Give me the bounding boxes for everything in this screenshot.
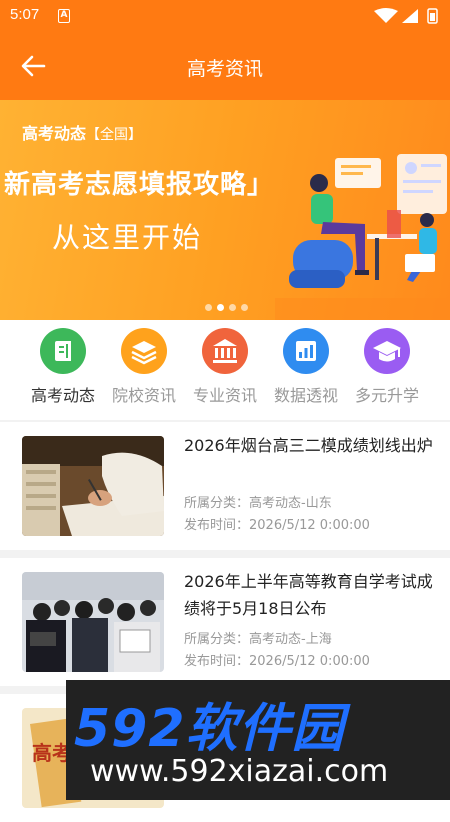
news-thumbnail [22, 436, 164, 536]
news-title: 2026年烟台高三二模成绩划线出炉 [184, 436, 433, 455]
watermark-overlay: 592软件园 www.592xiazai.com [66, 680, 450, 800]
status-bar: 5:07 A [0, 0, 450, 32]
news-title: 2026年上半年高等教育自学考试成绩将于5月18日公布 [184, 572, 433, 618]
system-icons [374, 8, 438, 24]
watermark-brand: 592软件园 [74, 699, 345, 759]
category-label: 专业资讯 [192, 386, 257, 405]
banner-carousel[interactable]: 高考动态【全国】 新高考志愿填报攻略」 从这里开始 [0, 100, 450, 320]
banner-tag-label: 高考动态 [22, 124, 87, 143]
news-item[interactable]: 2026年烟台高三二模成绩划线出炉 所属分类：高考动态-山东 发布时间：2026… [0, 422, 450, 550]
category-label: 高考动态 [30, 386, 95, 405]
news-item[interactable]: 2026年上半年高等教育自学考试成绩将于5月18日公布 所属分类：高考动态-上海… [0, 558, 450, 686]
category-label: 院校资讯 [111, 386, 176, 405]
banner-illustration [275, 154, 450, 320]
category-majors[interactable]: 专业资讯 [182, 328, 268, 406]
category-label: 多元升学 [354, 386, 419, 405]
app-bar: 高考资讯 [0, 32, 450, 100]
document-icon [40, 328, 86, 374]
news-thumbnail [22, 572, 164, 672]
category-label: 数据透视 [273, 386, 338, 405]
book-stack-icon [121, 328, 167, 374]
banner-tag: 高考动态【全国】 [22, 120, 142, 144]
banner-tag-region: 【全国】 [86, 127, 143, 143]
category-colleges[interactable]: 院校资讯 [101, 328, 187, 406]
a-app-icon: A [58, 9, 70, 23]
carousel-indicator [205, 304, 255, 314]
institution-icon [202, 328, 248, 374]
page-title: 高考资讯 [186, 58, 263, 80]
category-pathways[interactable]: 多元升学 [344, 328, 430, 406]
carousel-dot[interactable] [217, 304, 224, 311]
signal-icon [402, 9, 418, 23]
chart-icon [283, 328, 329, 374]
carousel-dot[interactable] [241, 304, 248, 311]
news-date: 发布时间：2026/5/12 0:00:00 [184, 518, 370, 533]
news-category: 所属分类：高考动态-山东 [184, 496, 332, 511]
category-data[interactable]: 数据透视 [263, 328, 349, 406]
category-news[interactable]: 高考动态 [20, 328, 106, 406]
wifi-icon [374, 8, 398, 23]
news-category: 所属分类：高考动态-上海 [184, 632, 332, 647]
watermark-url: www.592xiazai.com [90, 754, 389, 789]
news-date: 发布时间：2026/5/12 0:00:00 [184, 654, 370, 669]
carousel-dot[interactable] [205, 304, 212, 311]
banner-headline: 新高考志愿填报攻略」 [4, 170, 275, 200]
banner-subline: 从这里开始 [52, 221, 203, 254]
status-time: 5:07 [10, 6, 40, 23]
category-nav: 高考动态 院校资讯 专业资讯 数据透视 多元升学 [0, 320, 450, 420]
carousel-dot[interactable] [229, 304, 236, 311]
graduation-cap-icon [364, 328, 410, 374]
